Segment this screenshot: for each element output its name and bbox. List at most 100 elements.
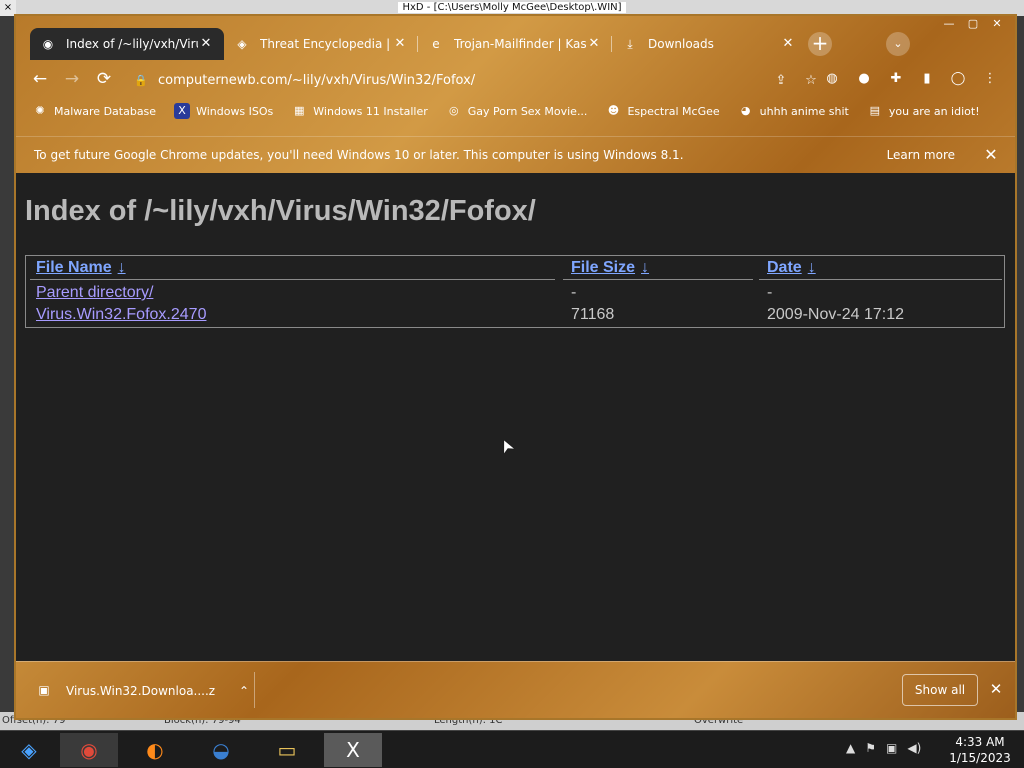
column-header-file-name[interactable]: File Name ↓: [36, 259, 126, 277]
minimize-icon[interactable]: —: [937, 16, 961, 32]
download-item[interactable]: ▣ Virus.Win32.Downloa....z ⌃: [36, 678, 254, 704]
bookmark-label: Windows ISOs: [196, 104, 274, 118]
bookmark-label: Malware Database: [54, 104, 157, 118]
chevron-up-icon[interactable]: ⌃: [234, 684, 254, 698]
tab-close-icon[interactable]: ✕: [392, 36, 408, 52]
tab-close-icon[interactable]: ✕: [586, 36, 602, 52]
profile-icon[interactable]: ◯: [948, 69, 968, 89]
tab-label: Trojan-Mailfinder | Kaspersky: [454, 37, 586, 51]
page-title: Index of /~lily/vxh/Virus/Win32/Fofox/: [25, 195, 536, 227]
taskbar: ◈ ◉ ◐ ◒ ▭ X ▲ ⚑ ▣ ◀) 4:33 AM 1/15/2023: [0, 730, 1024, 768]
chrome-taskbar-icon[interactable]: ◉: [60, 733, 118, 767]
bookmark-windows-11-installer[interactable]: ▦ Windows 11 Installer: [291, 100, 428, 122]
tab-index-of-fofox[interactable]: ◉ Index of /~lily/vxh/Virus/Win32/Fofox/…: [30, 28, 224, 60]
file-size-cell: -: [571, 284, 577, 301]
network-icon[interactable]: ▣: [886, 741, 897, 755]
firefox-taskbar-icon[interactable]: ◐: [126, 733, 184, 767]
background-title-text: HxD - [C:\Users\Molly McGee\Desktop\.WIN…: [398, 2, 626, 13]
puzzle-icon[interactable]: ✚: [886, 69, 906, 89]
url-text[interactable]: computernewb.com/~lily/vxh/Virus/Win32/F…: [158, 73, 766, 88]
bug-icon: ✺: [35, 104, 45, 117]
extension-icon[interactable]: ◍: [822, 69, 842, 89]
sort-arrow-icon: ↓: [117, 259, 126, 276]
side-panel-icon[interactable]: ▮: [917, 69, 937, 89]
download-file-name: Virus.Win32.Downloa....z: [66, 684, 216, 698]
tab-close-icon[interactable]: ✕: [780, 36, 796, 52]
header-label: File Size: [571, 259, 636, 276]
share-icon[interactable]: ⇪: [766, 73, 796, 88]
header-label: File Name: [36, 259, 112, 276]
bookmark-label: Gay Porn Sex Movie...: [467, 104, 588, 118]
file-listing-table: File Name ↓ File Size ↓ Date ↓ Parent direc…: [25, 255, 1005, 328]
page-content: Index of /~lily/vxh/Virus/Win32/Fofox/ F…: [16, 173, 1015, 661]
action-center-flag-icon[interactable]: ⚑: [865, 741, 876, 755]
infobar-close-icon[interactable]: ✕: [981, 145, 1001, 164]
infobar-message: To get future Google Chrome updates, you…: [34, 147, 684, 162]
flag-icon: ▤: [869, 104, 881, 117]
chrome-window: — ▢ ✕ ◉ Index of /~lily/vxh/Virus/Win32/…: [14, 14, 1017, 720]
bookmark-you-are-an-idiot[interactable]: ▤ you are an idiot!: [867, 100, 980, 122]
file-size-cell: 71168: [571, 306, 615, 323]
header-label: Date: [767, 259, 802, 276]
clock[interactable]: 4:33 AM 1/15/2023: [942, 734, 1018, 766]
maximize-icon[interactable]: ▢: [961, 16, 985, 32]
start-button[interactable]: ◈: [0, 733, 58, 767]
clock-time: 4:33 AM: [955, 735, 1005, 749]
bookmark-label: you are an idiot!: [888, 104, 980, 118]
sort-arrow-icon: ↓: [641, 259, 650, 276]
x-icon: X: [174, 103, 191, 119]
globe-icon: ◎: [448, 104, 459, 117]
page-icon: ◉: [42, 37, 54, 51]
extension-avatar-icon[interactable]: ●: [854, 69, 874, 89]
bookmark-windows-isos[interactable]: X Windows ISOs: [174, 100, 273, 122]
zip-file-icon: ▣: [38, 683, 50, 697]
avatar-icon: ☻: [607, 104, 620, 117]
shield-favicon-icon: ◈: [237, 37, 247, 51]
close-window-icon[interactable]: ✕: [985, 16, 1009, 32]
lock-icon[interactable]: 🔒: [134, 74, 148, 87]
bookmarks-bar: ✺ Malware Database X Windows ISOs ▦ Windows…: [32, 100, 998, 122]
column-header-date[interactable]: Date ↓: [767, 259, 816, 277]
column-header-file-size[interactable]: File Size ↓: [571, 259, 649, 277]
show-all-button[interactable]: Show all: [902, 674, 978, 706]
file-explorer-taskbar-icon[interactable]: ▭: [258, 733, 316, 767]
back-icon[interactable]: ←: [28, 67, 52, 91]
file-link-fofox-2470[interactable]: Virus.Win32.Fofox.2470: [36, 306, 206, 324]
show-hidden-icons-icon[interactable]: ▲: [846, 741, 855, 755]
tab-downloads[interactable]: ⤓ Downloads ✕: [612, 28, 806, 60]
window-controls: — ▢ ✕: [937, 16, 1009, 32]
bookmark-espectral-mcgee[interactable]: ☻ Espectral McGee: [605, 100, 720, 122]
tab-trojan-mailfinder[interactable]: e Trojan-Mailfinder | Kaspersky ✕: [418, 28, 612, 60]
system-tray: ▲ ⚑ ▣ ◀): [846, 741, 931, 755]
download-bar-close-icon[interactable]: ✕: [986, 680, 1006, 698]
address-bar[interactable]: 🔒 computernewb.com/~lily/vxh/Virus/Win32…: [134, 66, 826, 94]
tab-label: Index of /~lily/vxh/Virus/Win32/Fofox/: [66, 37, 198, 51]
tab-threat-encyclopedia[interactable]: ◈ Threat Encyclopedia | F-Secure ✕: [224, 28, 418, 60]
download-icon: ⤓: [627, 37, 633, 51]
clock-date: 1/15/2023: [949, 751, 1011, 765]
volume-icon[interactable]: ◀): [907, 741, 921, 755]
sort-arrow-icon: ↓: [807, 259, 816, 276]
hxd-taskbar-icon[interactable]: X: [324, 733, 382, 767]
bookmark-label: Espectral McGee: [627, 104, 720, 118]
download-bar: ▣ Virus.Win32.Downloa....z ⌃ Show all ✕: [16, 661, 1015, 718]
menu-icon[interactable]: ⋮: [980, 69, 1000, 89]
browser-toolbar: ← → ⟳ 🔒 computernewb.com/~lily/vxh/Virus…: [16, 62, 1015, 96]
new-tab-button[interactable]: +: [808, 32, 832, 56]
bookmark-label: uhhh anime shit: [759, 104, 849, 118]
tab-search-button[interactable]: ⌄: [886, 32, 910, 56]
bookmark-anime[interactable]: ◕ uhhh anime shit: [738, 100, 849, 122]
tab-label: Threat Encyclopedia | F-Secure: [260, 37, 392, 51]
forward-icon[interactable]: →: [60, 67, 84, 91]
learn-more-link[interactable]: Learn more: [887, 148, 955, 162]
bookmark-malware-database[interactable]: ✺ Malware Database: [32, 100, 156, 122]
obama-taskbar-icon[interactable]: ◒: [192, 733, 250, 767]
grid-icon: ▦: [294, 104, 305, 117]
update-infobar: To get future Google Chrome updates, you…: [16, 136, 1015, 172]
parent-directory-link[interactable]: Parent directory/: [36, 284, 153, 302]
bookmark-gay-porn-sex-movie[interactable]: ◎ Gay Porn Sex Movie...: [446, 100, 588, 122]
anime-icon: ◕: [740, 104, 751, 117]
date-cell: -: [767, 284, 773, 301]
reload-icon[interactable]: ⟳: [92, 67, 116, 91]
tab-close-icon[interactable]: ✕: [198, 36, 214, 52]
